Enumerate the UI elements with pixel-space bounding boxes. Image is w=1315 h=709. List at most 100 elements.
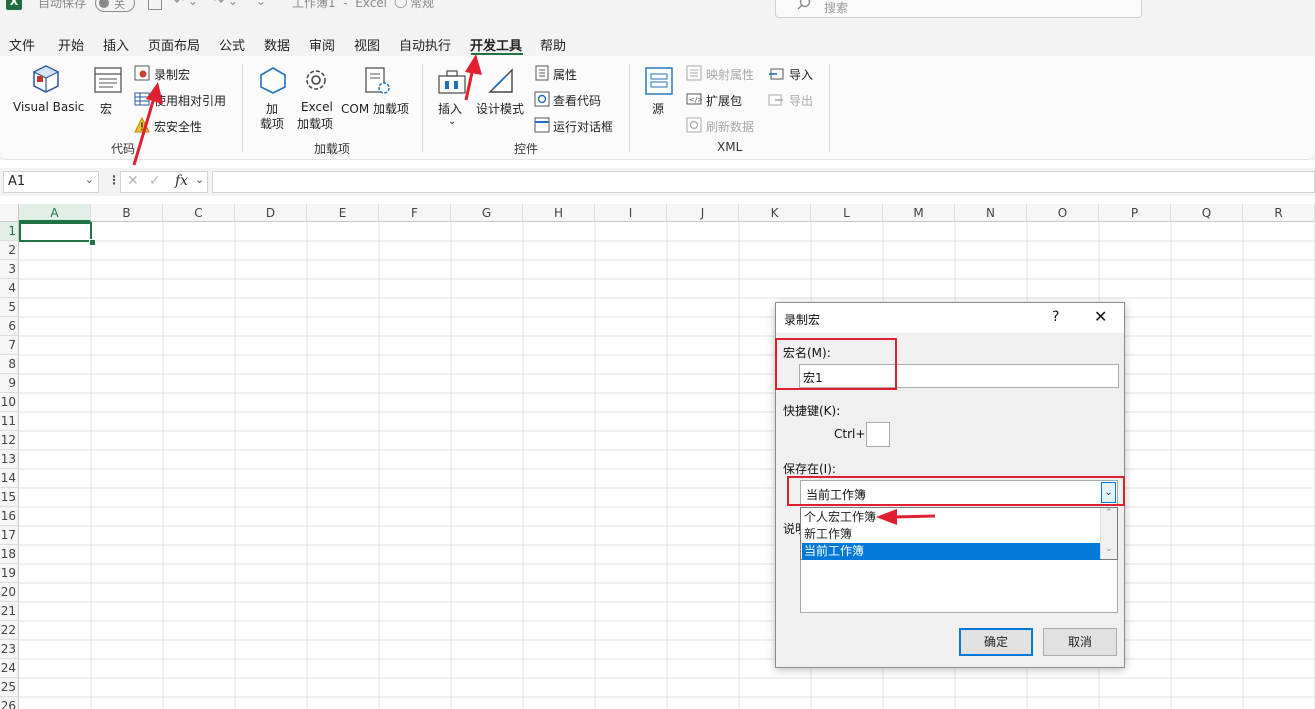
- row-header-17[interactable]: 17: [0, 526, 19, 545]
- row-header-14[interactable]: 14: [0, 469, 19, 488]
- tab-help[interactable]: 帮助: [540, 35, 566, 54]
- macro-security-button[interactable]: 宏安全性: [134, 116, 214, 136]
- column-header-q[interactable]: Q: [1171, 204, 1243, 222]
- ok-button[interactable]: 确定: [959, 628, 1033, 656]
- row-header-9[interactable]: 9: [0, 374, 19, 393]
- active-cell-a1[interactable]: [19, 222, 92, 242]
- dropdown-scrollbar[interactable]: ⌃ ⌄: [1100, 508, 1117, 559]
- select-all-corner[interactable]: [0, 204, 19, 222]
- tab-home[interactable]: 开始: [58, 35, 84, 54]
- tab-developer[interactable]: 开发工具: [470, 35, 522, 54]
- row-header-2[interactable]: 2: [0, 241, 19, 260]
- more-options-icon[interactable]: ⋮: [108, 173, 120, 187]
- column-header-f[interactable]: F: [379, 204, 451, 222]
- properties-button[interactable]: 属性: [534, 64, 614, 84]
- column-header-c[interactable]: C: [163, 204, 235, 222]
- tab-review[interactable]: 审阅: [309, 35, 335, 54]
- cancel-button[interactable]: 取消: [1043, 628, 1117, 656]
- tab-data[interactable]: 数据: [264, 35, 290, 54]
- tab-page-layout[interactable]: 页面布局: [148, 35, 200, 54]
- tab-insert[interactable]: 插入: [103, 35, 129, 54]
- row-header-5[interactable]: 5: [0, 298, 19, 317]
- row-header-1[interactable]: 1: [0, 222, 19, 241]
- record-macro-button[interactable]: 录制宏: [134, 64, 214, 84]
- dropdown-option[interactable]: 新工作簿: [802, 526, 1101, 543]
- undo-icon[interactable]: ↶ ⌄: [174, 0, 198, 8]
- row-header-25[interactable]: 25: [0, 678, 19, 697]
- row-header-11[interactable]: 11: [0, 412, 19, 431]
- column-header-d[interactable]: D: [235, 204, 307, 222]
- com-addins-button[interactable]: COM 加载项: [340, 62, 414, 118]
- column-header-b[interactable]: B: [91, 204, 163, 222]
- close-icon[interactable]: ✕: [1094, 307, 1107, 326]
- column-header-l[interactable]: L: [811, 204, 883, 222]
- tab-file[interactable]: 文件: [9, 35, 35, 54]
- confirm-entry-icon[interactable]: ✓: [149, 173, 161, 189]
- refresh-data-button[interactable]: 刷新数据: [686, 116, 766, 136]
- row-header-26[interactable]: 26: [0, 697, 19, 709]
- row-header-8[interactable]: 8: [0, 355, 19, 374]
- help-button[interactable]: ?: [1052, 309, 1059, 325]
- search-box[interactable]: 搜索: [775, 0, 1142, 18]
- design-mode-button[interactable]: 设计模式: [474, 62, 528, 118]
- row-header-15[interactable]: 15: [0, 488, 19, 507]
- cancel-entry-icon[interactable]: ✕: [127, 173, 139, 189]
- sensitivity-label[interactable]: 常规: [410, 0, 434, 11]
- name-box[interactable]: A1 ⌄: [3, 171, 99, 193]
- tab-automate[interactable]: 自动执行: [399, 35, 451, 54]
- excel-addins-button[interactable]: Excel 加载项: [296, 62, 336, 132]
- tab-formulas[interactable]: 公式: [219, 35, 245, 54]
- column-header-p[interactable]: P: [1099, 204, 1171, 222]
- customize-qat-icon[interactable]: ⌄: [256, 0, 266, 8]
- column-header-i[interactable]: I: [595, 204, 667, 222]
- redo-icon[interactable]: ↷ ⌄: [214, 0, 238, 8]
- dropdown-option-selected[interactable]: 当前工作簿: [802, 543, 1101, 560]
- column-header-o[interactable]: O: [1027, 204, 1099, 222]
- column-header-m[interactable]: M: [883, 204, 955, 222]
- formula-input[interactable]: [212, 171, 1315, 193]
- xml-source-button[interactable]: 源: [642, 62, 676, 118]
- row-header-18[interactable]: 18: [0, 545, 19, 564]
- row-header-20[interactable]: 20: [0, 583, 19, 602]
- import-button[interactable]: 导入: [768, 64, 828, 84]
- addins-button[interactable]: 加 载项: [256, 62, 290, 132]
- column-header-h[interactable]: H: [523, 204, 595, 222]
- autosave-toggle[interactable]: 关: [95, 0, 135, 12]
- row-header-12[interactable]: 12: [0, 431, 19, 450]
- row-header-24[interactable]: 24: [0, 659, 19, 678]
- row-header-13[interactable]: 13: [0, 450, 19, 469]
- insert-function-button[interactable]: fx: [175, 173, 188, 189]
- fill-handle[interactable]: [89, 239, 96, 246]
- row-header-3[interactable]: 3: [0, 260, 19, 279]
- shortcut-key-input[interactable]: [866, 422, 890, 447]
- row-header-4[interactable]: 4: [0, 279, 19, 298]
- column-header-r[interactable]: R: [1243, 204, 1315, 222]
- visual-basic-button[interactable]: Visual Basic: [10, 62, 84, 118]
- column-header-k[interactable]: K: [739, 204, 811, 222]
- insert-control-button[interactable]: 插入 ⌄: [434, 62, 470, 132]
- expansion-packs-button[interactable]: </> 扩展包: [686, 90, 766, 110]
- column-header-n[interactable]: N: [955, 204, 1027, 222]
- dropdown-option[interactable]: 个人宏工作簿: [802, 509, 1101, 526]
- scroll-down-icon[interactable]: ⌄: [1105, 544, 1113, 554]
- row-header-7[interactable]: 7: [0, 336, 19, 355]
- column-header-a[interactable]: A: [19, 204, 91, 222]
- scroll-up-icon[interactable]: ⌃: [1105, 508, 1113, 518]
- row-header-21[interactable]: 21: [0, 602, 19, 621]
- column-header-g[interactable]: G: [451, 204, 523, 222]
- relative-reference-button[interactable]: 使用相对引用: [134, 90, 234, 110]
- row-header-16[interactable]: 16: [0, 507, 19, 526]
- macros-button[interactable]: 宏: [90, 62, 126, 118]
- save-icon[interactable]: [148, 0, 162, 10]
- view-code-button[interactable]: 查看代码: [534, 90, 614, 110]
- row-header-22[interactable]: 22: [0, 621, 19, 640]
- column-header-j[interactable]: J: [667, 204, 739, 222]
- column-header-e[interactable]: E: [307, 204, 379, 222]
- row-header-6[interactable]: 6: [0, 317, 19, 336]
- map-properties-button[interactable]: 映射属性: [686, 64, 766, 84]
- row-header-10[interactable]: 10: [0, 393, 19, 412]
- sensitivity-icon[interactable]: ◯: [394, 0, 407, 8]
- row-header-23[interactable]: 23: [0, 640, 19, 659]
- row-header-19[interactable]: 19: [0, 564, 19, 583]
- tab-view[interactable]: 视图: [354, 35, 380, 54]
